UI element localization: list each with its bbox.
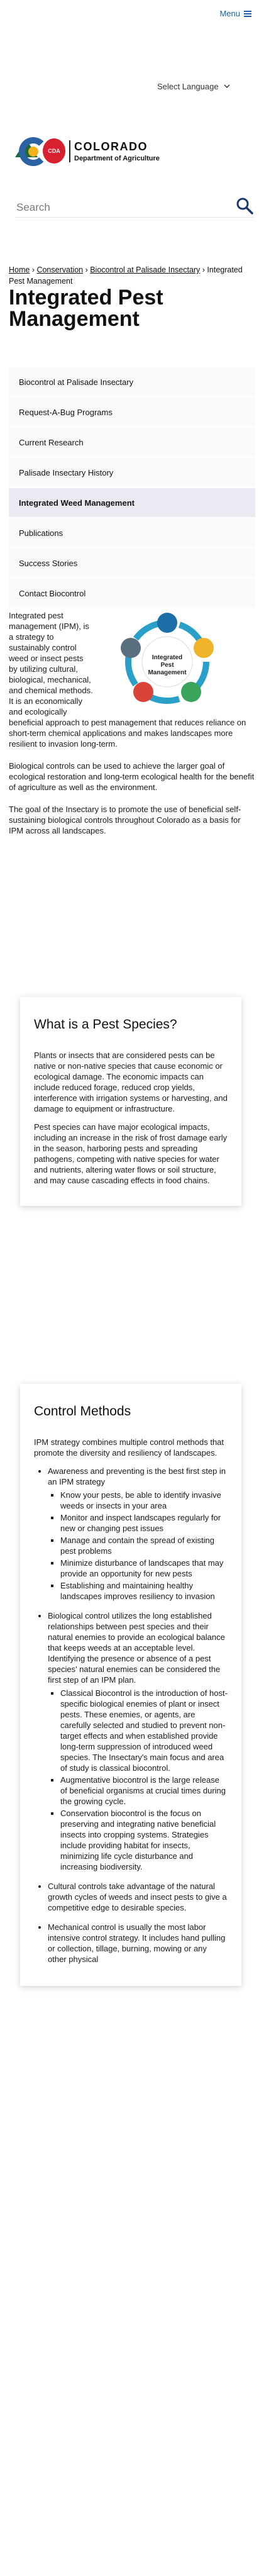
intro-paragraph-3: The goal of the Insectary is to promote … xyxy=(9,805,241,835)
svg-text:Management: Management xyxy=(148,669,187,676)
colorado-c-logo-icon: CDA xyxy=(15,135,65,167)
nav-item-success-stories[interactable]: Success Stories xyxy=(9,549,255,579)
section-nav: Biocontrol at Palisade Insectary Request… xyxy=(9,367,255,609)
breadcrumb-separator: › xyxy=(200,265,207,274)
list-item: Manage and contain the spread of existin… xyxy=(60,1535,228,1556)
pest-card-paragraph-1: Plants or insects that are considered pe… xyxy=(34,1051,228,1113)
list-item: Establishing and maintaining healthy lan… xyxy=(60,1580,228,1602)
awareness-sublist: Know your pests, be able to identify inv… xyxy=(48,1490,228,1602)
control-list: Awareness and preventing is the best fir… xyxy=(34,1466,228,1965)
breadcrumb-conservation[interactable]: Conservation xyxy=(36,265,83,274)
breadcrumb-home[interactable]: Home xyxy=(9,265,30,274)
page-title: Integrated Pest Management xyxy=(9,286,163,331)
language-label: Select Language xyxy=(157,82,219,91)
list-item: Cultural controls take advantage of the … xyxy=(48,1881,228,1913)
search-icon[interactable] xyxy=(235,196,254,215)
intro-section: Integrated Pest Management Integrated pe… xyxy=(9,610,255,847)
control-methods-card: Control Methods IPM strategy combines mu… xyxy=(20,1384,241,1986)
search-bar[interactable]: Search xyxy=(15,196,254,218)
breadcrumb: Home › Conservation › Biocontrol at Pali… xyxy=(9,264,254,287)
control-awareness: Awareness and preventing is the best fir… xyxy=(48,1466,226,1486)
list-item: Mechanical control is usually the most l… xyxy=(48,1922,228,1965)
svg-text:Pest: Pest xyxy=(160,662,174,669)
breadcrumb-insectary[interactable]: Biocontrol at Palisade Insectary xyxy=(90,265,200,274)
nav-item-weed-management[interactable]: Integrated Weed Management xyxy=(9,488,255,518)
ipm-cycle-graphic: Integrated Pest Management xyxy=(121,613,214,704)
logo-line1: COLORADO xyxy=(74,140,148,153)
list-item: Conservation biocontrol is the focus on … xyxy=(60,1808,228,1872)
svg-text:Integrated: Integrated xyxy=(152,654,182,661)
nav-item-request-a-bug[interactable]: Request-A-Bug Programs xyxy=(9,398,255,428)
top-bar: Menu xyxy=(0,0,259,33)
list-item: Biological control utilizes the long est… xyxy=(48,1610,228,1872)
nav-item-history[interactable]: Palisade Insectary History xyxy=(9,458,255,488)
list-item: Awareness and preventing is the best fir… xyxy=(48,1466,228,1602)
intro-paragraph-2: Biological controls can be used to achie… xyxy=(9,761,255,792)
cda-logo[interactable]: CDA COLORADO Department of Agriculture xyxy=(15,135,160,167)
breadcrumb-separator: › xyxy=(83,265,91,274)
nav-item-publications[interactable]: Publications xyxy=(9,518,255,549)
menu-label: Menu xyxy=(219,9,240,18)
search-input[interactable]: Search xyxy=(16,201,50,214)
hamburger-icon xyxy=(244,10,251,17)
nav-item-current-research[interactable]: Current Research xyxy=(9,428,255,458)
ipm-diagram: Integrated Pest Management xyxy=(98,610,255,711)
nav-item-biocontrol[interactable]: Biocontrol at Palisade Insectary xyxy=(9,367,255,398)
nav-item-contact[interactable]: Contact Biocontrol xyxy=(9,579,255,609)
menu-button[interactable]: Menu xyxy=(219,9,251,18)
logo-line2: Department of Agriculture xyxy=(74,154,160,162)
list-item: Minimize disturbance of landscapes that … xyxy=(60,1558,228,1579)
list-item: Monitor and inspect landscapes regularly… xyxy=(60,1512,228,1534)
control-card-title: Control Methods xyxy=(34,1404,131,1419)
control-card-intro: IPM strategy combines multiple control m… xyxy=(34,1437,224,1458)
breadcrumb-separator: › xyxy=(30,265,37,274)
language-select[interactable]: Select Language xyxy=(157,82,230,91)
logo-text: COLORADO Department of Agriculture xyxy=(69,140,160,162)
pest-species-card: What is a Pest Species? Plants or insect… xyxy=(20,997,241,1206)
pest-card-paragraph-2: Pest species can have major ecological i… xyxy=(34,1122,228,1185)
list-item: Classical Biocontrol is the introduction… xyxy=(60,1688,228,1773)
pest-card-title: What is a Pest Species? xyxy=(34,1017,177,1032)
list-item: Know your pests, be able to identify inv… xyxy=(60,1490,228,1511)
control-biological: Biological control utilizes the long est… xyxy=(48,1611,225,1685)
chevron-down-icon xyxy=(224,84,230,89)
biological-sublist: Classical Biocontrol is the introduction… xyxy=(48,1688,228,1872)
list-item: Augmentative biocontrol is the large rel… xyxy=(60,1775,228,1807)
